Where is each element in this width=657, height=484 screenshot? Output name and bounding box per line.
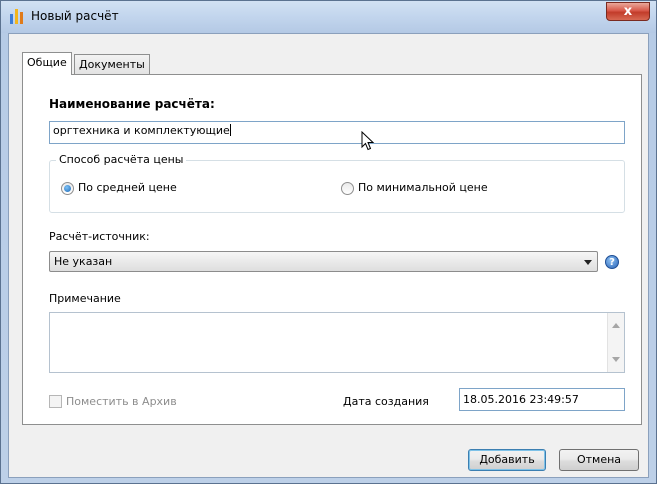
app-chart-icon — [10, 9, 23, 24]
price-method-legend: Способ расчёта цены — [56, 153, 187, 166]
radio-average-price-label[interactable]: По средней цене — [78, 181, 177, 194]
add-button[interactable]: Добавить — [468, 449, 546, 471]
dialog-window: Новый расчёт x Общие Документы Наименова… — [0, 0, 657, 484]
note-label: Примечание — [49, 292, 121, 305]
window-title: Новый расчёт — [31, 9, 119, 23]
name-input-value: оргтехника и комплектующие — [53, 124, 230, 137]
title-bar[interactable]: Новый расчёт x — [1, 1, 656, 33]
created-date-label: Дата создания — [343, 395, 429, 408]
source-label: Расчёт-источник: — [49, 230, 150, 243]
text-caret — [229, 124, 231, 136]
chevron-down-icon[interactable] — [584, 260, 592, 265]
mouse-pointer-icon — [361, 131, 375, 151]
cancel-button[interactable]: Отмена — [559, 449, 639, 471]
source-combobox[interactable]: Не указан — [49, 251, 598, 272]
source-combobox-value: Не указан — [54, 255, 113, 268]
note-scrollbar[interactable] — [607, 313, 624, 372]
tab-general[interactable]: Общие — [22, 52, 72, 75]
price-method-group: Способ расчёта цены По средней цене По м… — [49, 153, 625, 213]
radio-min-price[interactable] — [341, 182, 354, 195]
close-button[interactable]: x — [606, 2, 650, 21]
name-label: Наименование расчёта: — [49, 97, 215, 111]
scroll-down-icon[interactable] — [612, 357, 620, 362]
created-date-field[interactable]: 18.05.2016 23:49:57 — [459, 388, 625, 411]
archive-checkbox-label[interactable]: Поместить в Архив — [66, 395, 177, 408]
note-textarea[interactable] — [49, 312, 625, 373]
dialog-body: Общие Документы Наименование расчёта: ор… — [8, 33, 649, 478]
radio-min-price-label[interactable]: По минимальной цене — [358, 181, 488, 194]
tab-panel-general: Наименование расчёта: оргтехника и компл… — [22, 74, 642, 425]
name-input[interactable]: оргтехника и комплектующие — [49, 121, 625, 144]
archive-checkbox[interactable] — [49, 395, 62, 408]
tab-documents[interactable]: Документы — [74, 54, 150, 74]
scroll-up-icon[interactable] — [612, 323, 620, 328]
help-icon[interactable]: ? — [605, 255, 619, 269]
radio-average-price[interactable] — [61, 182, 74, 195]
